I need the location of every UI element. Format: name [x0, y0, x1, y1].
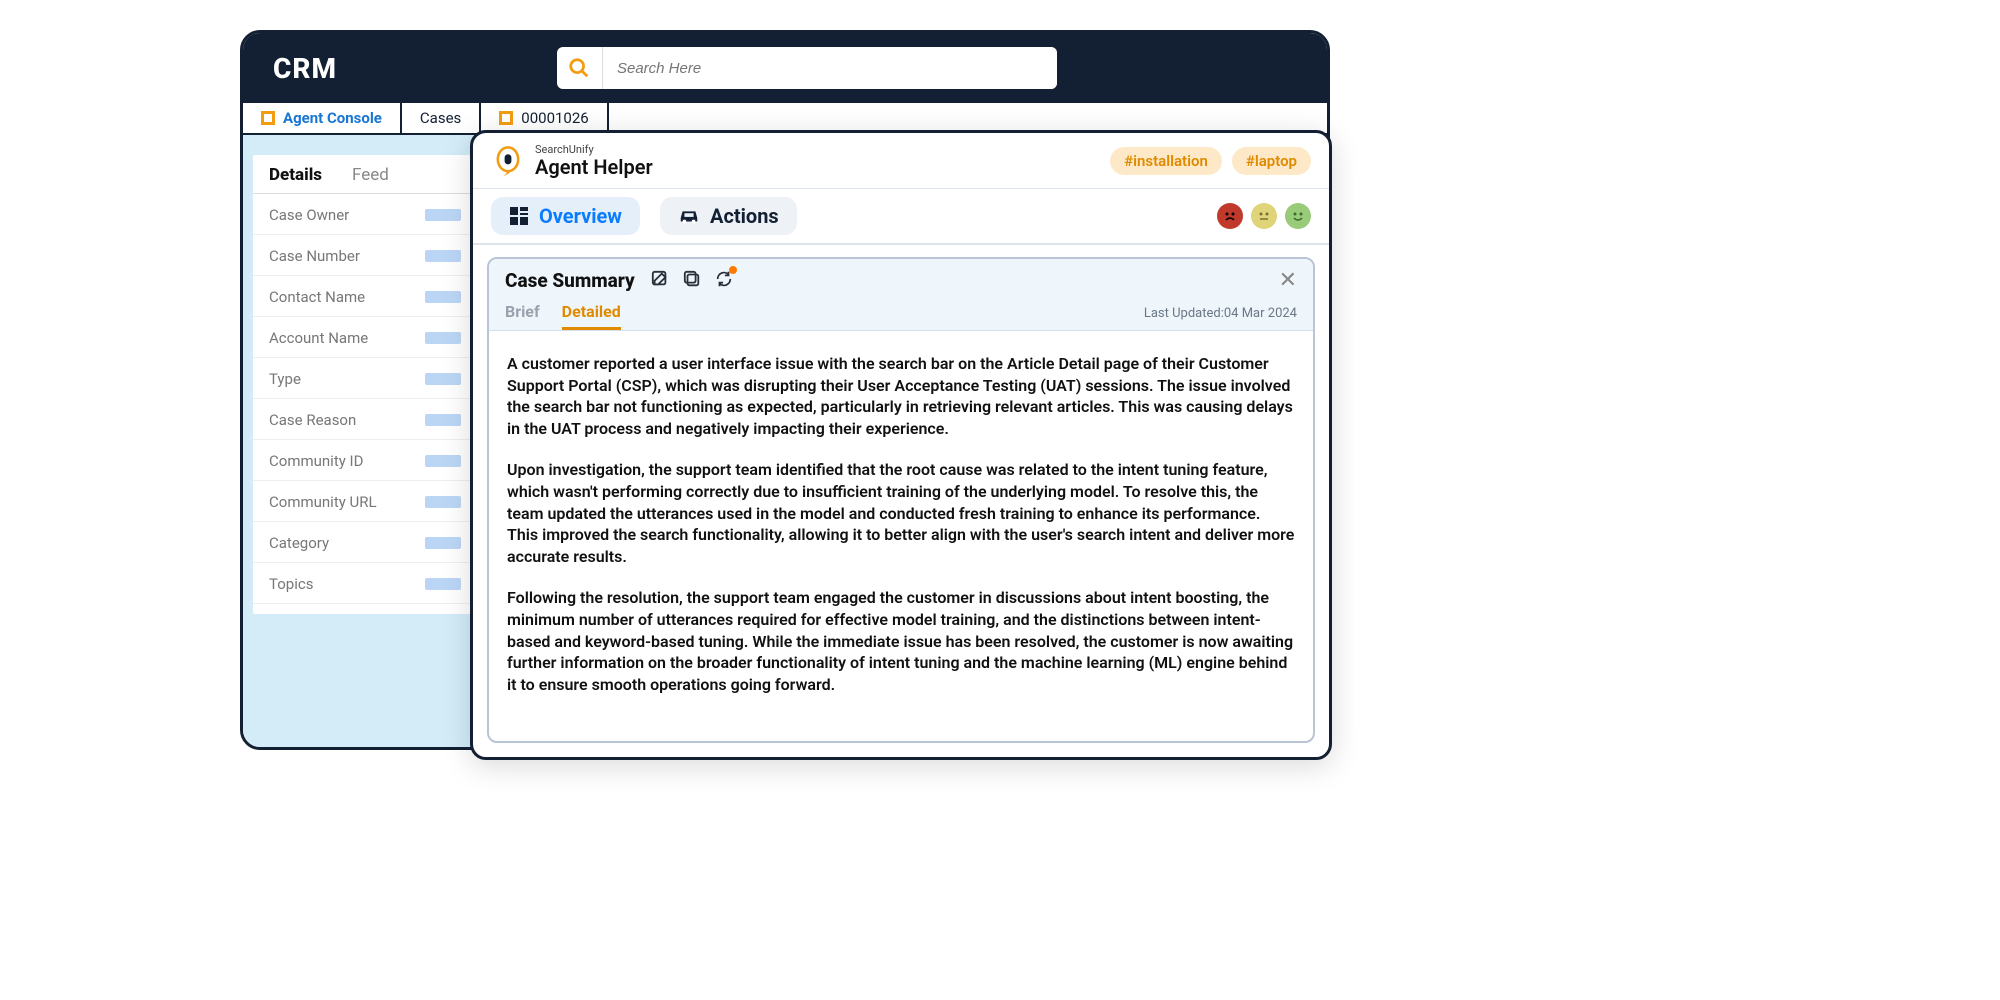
helper-tab-group: Overview Actions [491, 197, 797, 235]
detail-label: Community URL [269, 493, 377, 511]
detail-row-community-url: Community URL [253, 481, 477, 522]
subtab-detailed[interactable]: Detailed [562, 302, 621, 330]
case-summary-panel: Case Summary ✕ Brief [487, 257, 1315, 743]
summary-title: Case Summary [505, 269, 635, 292]
detail-label: Community ID [269, 452, 363, 470]
sidebar-tab-feed[interactable]: Feed [352, 165, 389, 185]
tag-list: #installation #laptop [1110, 147, 1311, 175]
summary-paragraph: A customer reported a user interface iss… [507, 353, 1295, 439]
detail-row-community-id: Community ID [253, 440, 477, 481]
skeleton [425, 496, 461, 508]
helper-header: SearchUnify Agent Helper #installation #… [473, 133, 1329, 189]
skeleton [425, 332, 461, 344]
helper-tab-label: Overview [539, 204, 622, 228]
refresh-icon[interactable] [715, 270, 733, 292]
detail-label: Type [269, 370, 301, 388]
skeleton [425, 537, 461, 549]
skeleton [425, 291, 461, 303]
detail-row-account-name: Account Name [253, 317, 477, 358]
summary-actions [651, 270, 733, 292]
notification-dot-icon [729, 266, 737, 274]
summary-paragraph: Following the resolution, the support te… [507, 587, 1295, 695]
helper-tab-label: Actions [710, 204, 779, 228]
detail-label: Contact Name [269, 288, 365, 306]
square-icon [261, 111, 275, 125]
skeleton [425, 455, 461, 467]
summary-header: Case Summary ✕ [489, 259, 1313, 298]
detail-label: Account Name [269, 329, 368, 347]
summary-subtabs: Brief Detailed Last Updated:04 Mar 2024 [489, 298, 1313, 331]
car-icon [678, 206, 700, 226]
detail-label: Case Reason [269, 411, 356, 429]
copy-icon[interactable] [683, 270, 701, 292]
detail-label: Category [269, 534, 329, 552]
helper-brand: SearchUnify Agent Helper [491, 143, 653, 178]
searchunify-logo-icon [491, 144, 525, 178]
helper-tabs-row: Overview Actions [473, 189, 1329, 245]
search-bar [557, 47, 1057, 89]
summary-body: A customer reported a user interface iss… [489, 331, 1313, 741]
detail-row-category: Category [253, 522, 477, 563]
detail-label: Case Number [269, 247, 360, 265]
detail-tabs: Details Feed [253, 155, 477, 194]
skeleton [425, 250, 461, 262]
square-icon [499, 111, 513, 125]
detail-row-type: Type [253, 358, 477, 399]
helper-title: Agent Helper [535, 156, 653, 178]
skeleton [425, 578, 461, 590]
skeleton [425, 209, 461, 221]
detail-row-case-number: Case Number [253, 235, 477, 276]
app-header: CRM [243, 33, 1327, 103]
sentiment-group [1217, 203, 1311, 229]
tab-cases[interactable]: Cases [402, 103, 481, 133]
edit-icon[interactable] [651, 270, 669, 292]
search-icon [557, 47, 603, 89]
summary-paragraph: Upon investigation, the support team ide… [507, 459, 1295, 567]
sidebar: Details Feed Case Owner Case Number Cont… [243, 135, 487, 747]
tab-label: Cases [420, 109, 461, 127]
skeleton [425, 414, 461, 426]
helper-tab-actions[interactable]: Actions [660, 197, 797, 235]
skeleton [425, 373, 461, 385]
detail-label: Case Owner [269, 206, 349, 224]
sentiment-sad-icon[interactable] [1217, 203, 1243, 229]
detail-row-topics: Topics [253, 563, 477, 604]
sentiment-neutral-icon[interactable] [1251, 203, 1277, 229]
last-updated-value: 04 Mar 2024 [1224, 306, 1297, 321]
detail-label: Topics [269, 575, 313, 593]
detail-row-case-owner: Case Owner [253, 194, 477, 235]
tag-installation[interactable]: #installation [1110, 147, 1222, 175]
search-input[interactable] [603, 47, 1057, 89]
detail-card: Details Feed Case Owner Case Number Cont… [253, 155, 477, 614]
subtab-brief[interactable]: Brief [505, 302, 540, 330]
grid-icon [509, 206, 529, 226]
detail-row-case-reason: Case Reason [253, 399, 477, 440]
tab-agent-console[interactable]: Agent Console [243, 103, 402, 133]
helper-tab-overview[interactable]: Overview [491, 197, 640, 235]
last-updated: Last Updated:04 Mar 2024 [1144, 306, 1297, 327]
close-icon[interactable]: ✕ [1279, 270, 1297, 292]
agent-helper-panel: SearchUnify Agent Helper #installation #… [470, 130, 1332, 760]
last-updated-label: Last Updated: [1144, 306, 1224, 321]
app-title: CRM [273, 52, 337, 85]
sidebar-tab-details[interactable]: Details [269, 165, 322, 185]
tag-laptop[interactable]: #laptop [1232, 147, 1311, 175]
detail-row-contact-name: Contact Name [253, 276, 477, 317]
tab-case-number[interactable]: 00001026 [481, 103, 608, 133]
tab-label: Agent Console [283, 109, 382, 127]
tab-label: 00001026 [521, 109, 588, 127]
sentiment-happy-icon[interactable] [1285, 203, 1311, 229]
